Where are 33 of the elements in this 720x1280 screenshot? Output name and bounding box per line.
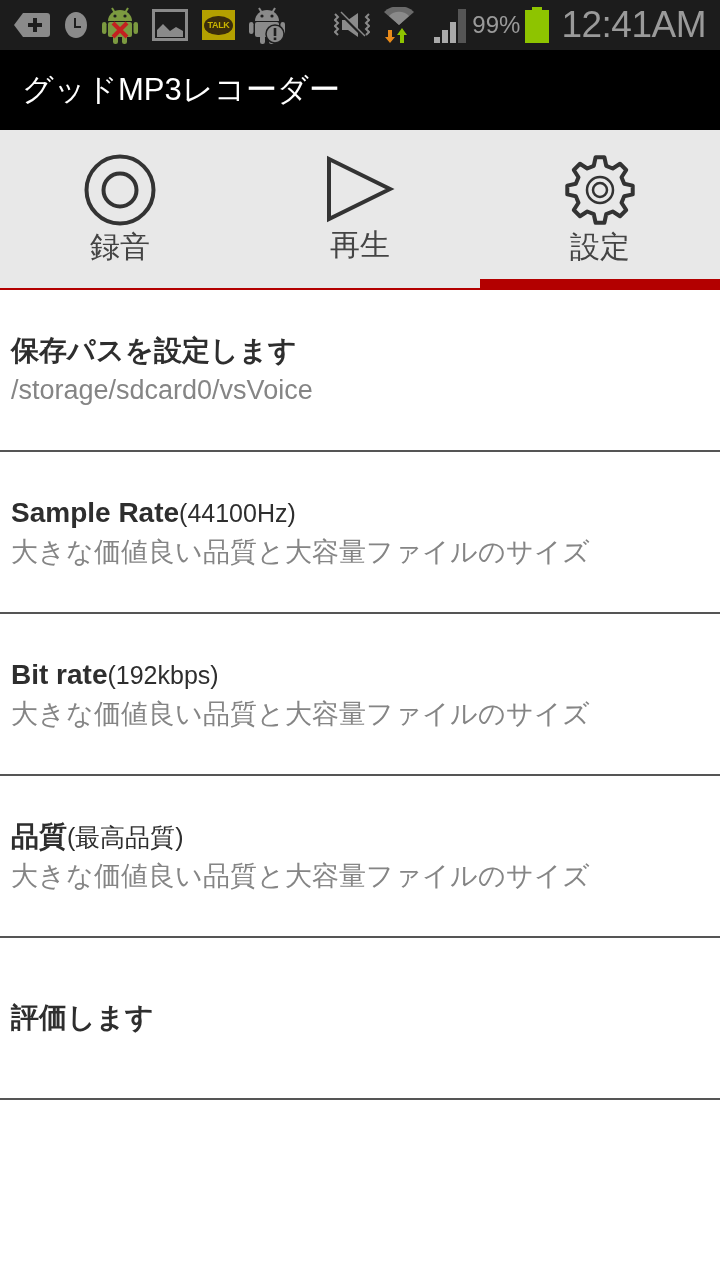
chat-badge: TALK <box>202 10 235 40</box>
settings-item[interactable]: 評価します <box>0 938 720 1100</box>
add-tag-icon <box>14 12 50 38</box>
tab[interactable]: 録音 <box>0 130 240 290</box>
wifi-icon <box>383 7 416 43</box>
sound-off-icon <box>334 10 371 40</box>
item-title: 保存パスを設定します <box>11 334 297 368</box>
tab[interactable]: 再生 <box>240 130 480 290</box>
clock-icon <box>64 11 88 39</box>
settings-icon <box>564 154 636 226</box>
item-summary: 大きな価値良い品質と大容量ファイルのサイズ <box>11 698 590 731</box>
battery-percent: 99% <box>472 11 521 39</box>
item-summary: 大きな価値良い品質と大容量ファイルのサイズ <box>11 860 590 893</box>
item-title: Bit rate(192kbps) <box>11 658 219 692</box>
record-icon <box>84 154 156 226</box>
tab[interactable]: 設定 <box>480 130 720 290</box>
settings-item[interactable]: 品質(最高品質) 大きな価値良い品質と大容量ファイルのサイズ <box>0 776 720 938</box>
android-alert-icon <box>249 6 285 44</box>
item-title: 品質(最高品質) <box>11 820 184 854</box>
app-title: グッドMP3レコーダー <box>22 71 340 109</box>
item-title: 評価します <box>11 1001 154 1035</box>
settings-item[interactable]: Bit rate(192kbps) 大きな価値良い品質と大容量ファイルのサイズ <box>0 614 720 776</box>
item-title: Sample Rate(44100Hz) <box>11 496 296 530</box>
image-icon <box>152 9 188 41</box>
signal-icon <box>433 7 468 43</box>
android-error-icon <box>102 6 138 44</box>
clock-time: 12:41AM <box>561 4 706 46</box>
battery-icon <box>525 7 550 43</box>
play-icon <box>324 154 396 224</box>
settings-item[interactable]: Sample Rate(44100Hz) 大きな価値良い品質と大容量ファイルのサイズ <box>0 452 720 614</box>
item-summary: 大きな価値良い品質と大容量ファイルのサイズ <box>11 536 590 569</box>
item-summary: /storage/sdcard0/vsVoice <box>11 374 313 407</box>
settings-item[interactable]: 保存パスを設定します /storage/sdcard0/vsVoice <box>0 290 720 452</box>
